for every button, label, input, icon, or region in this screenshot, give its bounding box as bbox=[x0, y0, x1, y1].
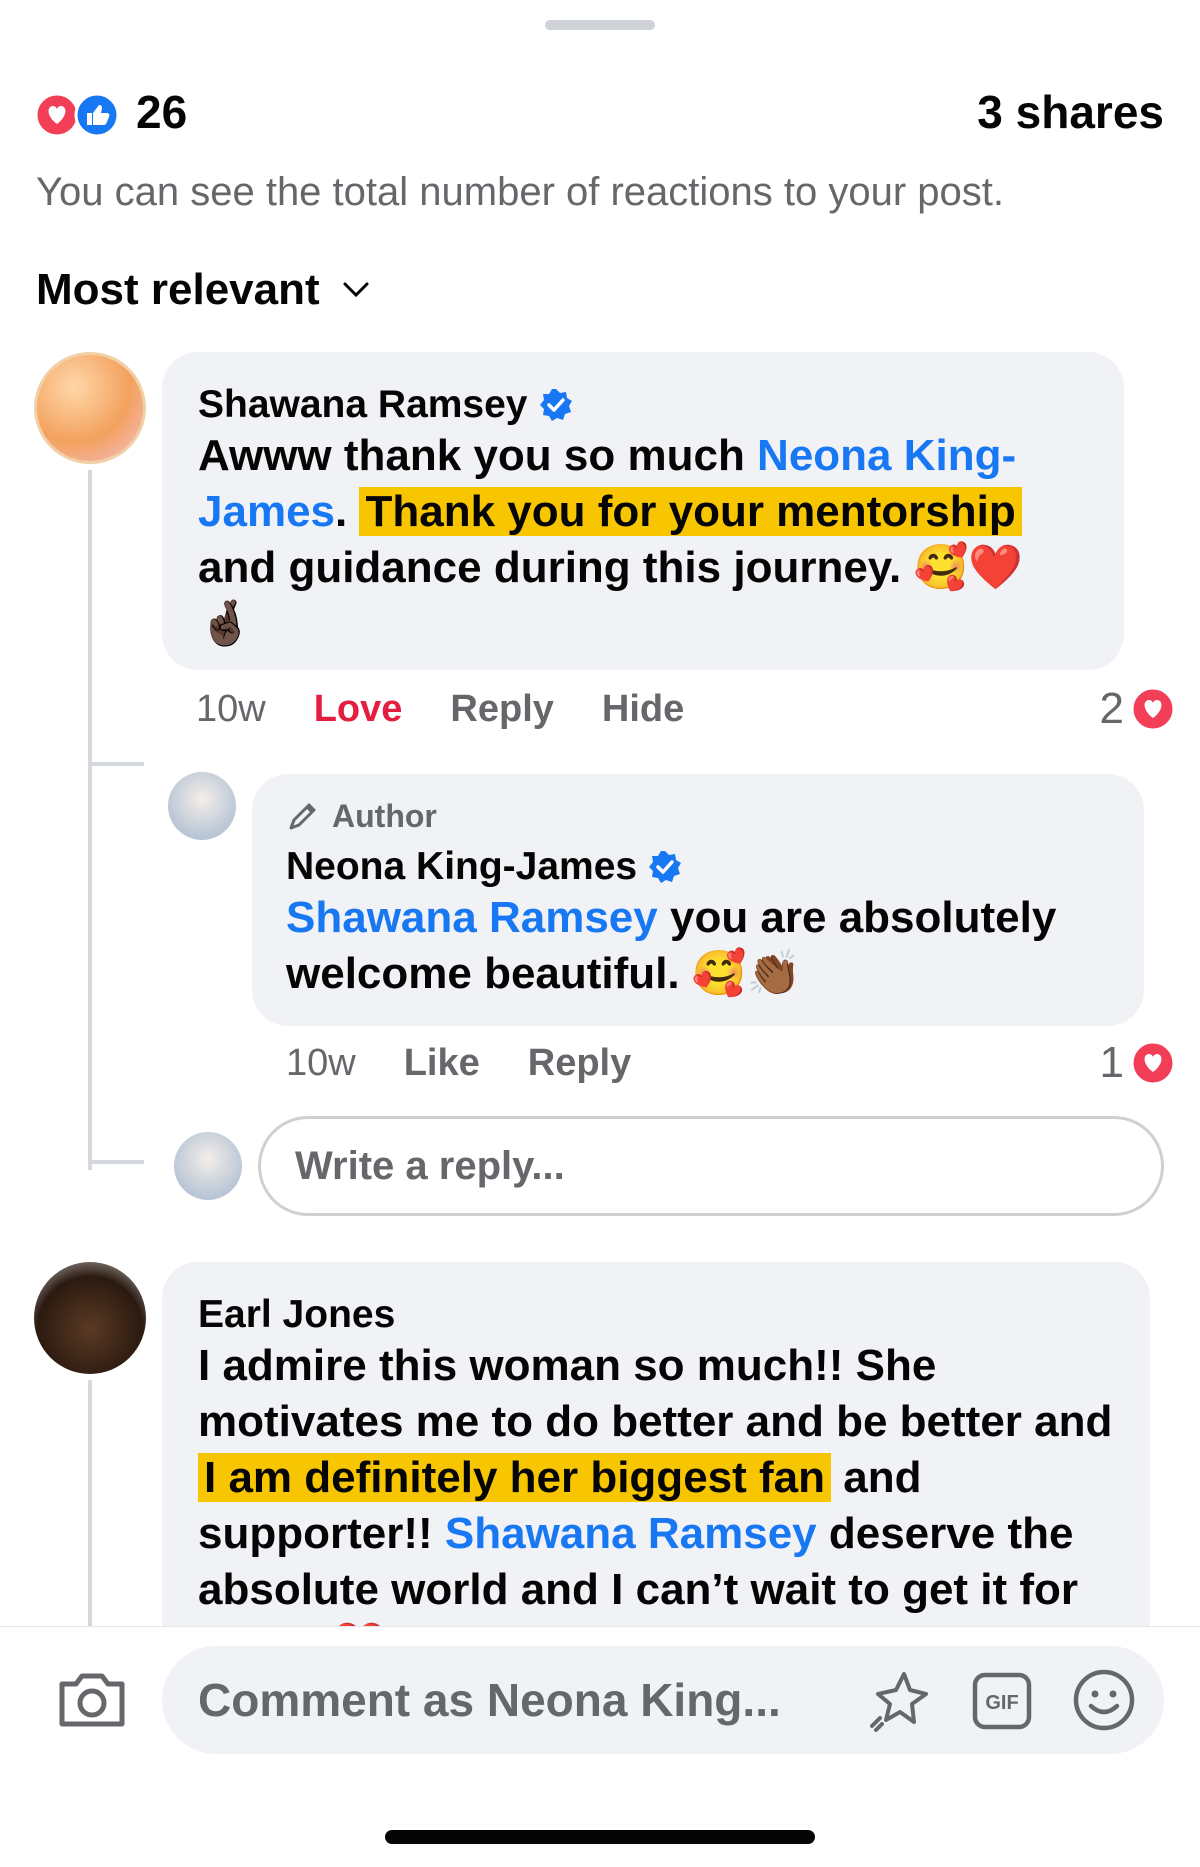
comment-text: I admire this woman so much!! She motiva… bbox=[198, 1338, 1114, 1674]
hide-button[interactable]: Hide bbox=[602, 686, 684, 732]
home-indicator bbox=[385, 1830, 815, 1844]
love-reaction-icon bbox=[1130, 686, 1176, 732]
sort-dropdown[interactable]: Most relevant bbox=[36, 264, 370, 316]
like-button[interactable]: Like bbox=[404, 1040, 480, 1086]
thread-line bbox=[88, 470, 92, 1170]
comment-author[interactable]: Neona King-James bbox=[286, 844, 637, 890]
comment-reaction-count[interactable]: 2 bbox=[1100, 686, 1176, 732]
comment-actions: 10w Love Reply Hide bbox=[196, 686, 684, 732]
shares-count[interactable]: 3 shares bbox=[977, 86, 1164, 138]
pencil-icon bbox=[289, 803, 316, 830]
thread-branch bbox=[88, 762, 144, 766]
comment-reaction-count[interactable]: 1 bbox=[1100, 1040, 1176, 1086]
love-button[interactable]: Love bbox=[314, 686, 403, 732]
author-badge: Author bbox=[286, 796, 1110, 836]
mention-link[interactable]: Shawana Ramsey bbox=[286, 893, 658, 942]
highlighted-text: Thank you for your mentorship bbox=[359, 487, 1022, 536]
timestamp[interactable]: 10w bbox=[286, 1040, 356, 1086]
sort-label: Most relevant bbox=[36, 265, 320, 314]
thread-line bbox=[88, 1380, 92, 1630]
comment-author[interactable]: Earl Jones bbox=[198, 1292, 395, 1338]
comments-sheet: 26 3 shares You can see the total number… bbox=[0, 0, 1200, 1867]
avatar[interactable] bbox=[34, 352, 146, 464]
reply-button[interactable]: Reply bbox=[528, 1040, 631, 1086]
comment-bubble[interactable]: Shawana Ramsey Awww thank you so much Ne… bbox=[162, 352, 1124, 670]
like-reaction-icon bbox=[74, 92, 120, 138]
reply-input[interactable]: Write a reply... bbox=[258, 1116, 1164, 1216]
chevron-down-icon bbox=[343, 282, 369, 298]
verified-badge-icon bbox=[649, 851, 682, 883]
comment-text: Awww thank you so much Neona King-James.… bbox=[198, 431, 1024, 649]
reply-bubble[interactable]: Author Neona King-James Shawana Ramsey y… bbox=[252, 774, 1144, 1026]
comment-placeholder: Comment as Neona King... bbox=[198, 1674, 781, 1726]
thread-branch bbox=[88, 1160, 144, 1164]
verified-badge-icon bbox=[539, 389, 572, 421]
gif-icon[interactable]: GIF bbox=[972, 1672, 1032, 1730]
comment-text: Shawana Ramsey you are absolutely welcom… bbox=[286, 893, 1057, 999]
sheet-drag-handle[interactable] bbox=[545, 20, 655, 30]
avatar[interactable] bbox=[168, 772, 236, 840]
comment-author[interactable]: Shawana Ramsey bbox=[198, 382, 528, 428]
reactions-hint: You can see the total number of reaction… bbox=[36, 170, 1005, 214]
highlighted-text: I am definitely her biggest fan bbox=[198, 1453, 832, 1502]
emoji-text: 🥰👏🏾 bbox=[691, 948, 802, 999]
reply-button[interactable]: Reply bbox=[450, 686, 553, 732]
sparkle-icon[interactable] bbox=[866, 1668, 932, 1734]
love-reaction-icon bbox=[34, 92, 80, 138]
reaction-count[interactable]: 26 bbox=[136, 86, 187, 138]
reaction-icons[interactable] bbox=[34, 92, 124, 138]
comment-bubble[interactable]: Earl Jones I admire this woman so much!!… bbox=[162, 1262, 1150, 1682]
mention-link[interactable]: Shawana Ramsey bbox=[445, 1509, 817, 1558]
avatar bbox=[174, 1132, 242, 1200]
camera-icon[interactable] bbox=[56, 1668, 128, 1730]
svg-text:GIF: GIF bbox=[985, 1692, 1018, 1714]
emoji-icon[interactable] bbox=[1072, 1668, 1136, 1732]
avatar[interactable] bbox=[34, 1262, 146, 1374]
comment-actions: 10w Like Reply bbox=[286, 1040, 631, 1086]
love-reaction-icon bbox=[1130, 1040, 1176, 1086]
timestamp[interactable]: 10w bbox=[196, 686, 266, 732]
